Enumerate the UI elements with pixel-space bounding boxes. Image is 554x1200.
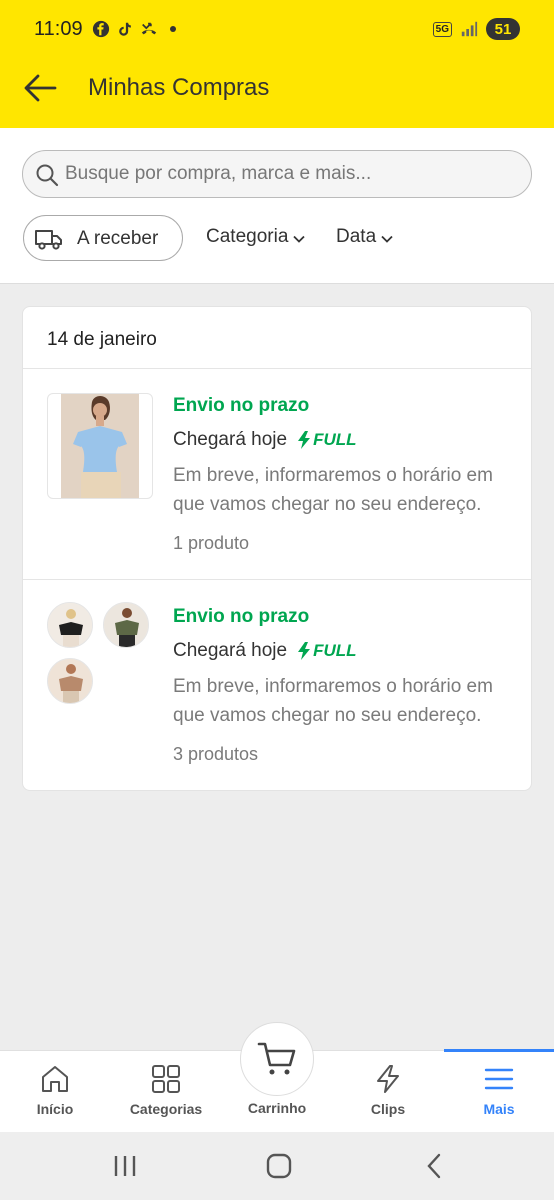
battery-indicator: 51 xyxy=(486,18,520,40)
product-thumbnail xyxy=(47,658,93,704)
arrow-left-icon[interactable] xyxy=(22,70,58,106)
date-label: Data xyxy=(336,226,377,247)
product-image xyxy=(104,603,148,647)
arrival-text: Chegará hoje xyxy=(173,640,288,661)
nav-item-categorias[interactable]: Categorias xyxy=(111,1051,221,1133)
tiktok-icon xyxy=(119,22,131,36)
network-indicator: 5G xyxy=(432,21,452,37)
lightning-icon xyxy=(377,1065,399,1093)
lightning-icon xyxy=(298,431,311,449)
product-count: 3 produtos xyxy=(173,744,259,764)
missed-call-icon xyxy=(141,22,157,35)
full-badge-text: FULL xyxy=(313,641,357,660)
full-badge-text: FULL xyxy=(313,430,357,449)
group-date: 14 de janeiro xyxy=(47,329,157,350)
filter-area: A receber Categoria Data xyxy=(0,128,554,284)
chevron-down-icon xyxy=(293,235,306,243)
full-badge: FULL xyxy=(297,641,357,661)
grid-icon xyxy=(152,1065,180,1093)
lightning-icon xyxy=(298,642,311,660)
status-bar: 11:09 5G 51 xyxy=(0,0,554,60)
category-dropdown[interactable]: Categoria xyxy=(206,226,306,248)
product-thumbnail xyxy=(47,602,93,648)
cart-button[interactable] xyxy=(240,1022,314,1096)
arrival-row: Chegará hoje FULL xyxy=(173,640,357,662)
signal-icon xyxy=(461,21,478,37)
notification-icons xyxy=(92,20,176,38)
facebook-icon xyxy=(92,20,110,38)
product-image xyxy=(61,394,139,498)
product-thumbnail xyxy=(103,602,149,648)
arrival-row: Chegará hoje FULL xyxy=(173,429,357,451)
delivery-status: Envio no prazo xyxy=(173,606,310,627)
orders-card: 14 de janeiro Envio no prazo Chegará hoj… xyxy=(22,306,532,791)
category-label: Categoria xyxy=(206,226,289,247)
nav-label: Categorias xyxy=(129,1101,203,1117)
order-item[interactable]: Envio no prazo Chegará hoje FULL Em brev… xyxy=(23,580,531,790)
nav-label: Início xyxy=(36,1101,74,1117)
nav-label: Mais xyxy=(483,1101,515,1117)
full-badge: FULL xyxy=(297,430,357,450)
recent-apps-icon[interactable] xyxy=(110,1152,140,1180)
cart-icon xyxy=(257,1042,296,1075)
system-navigation-bar xyxy=(0,1132,554,1200)
nav-label: Clips xyxy=(370,1101,406,1117)
chevron-down-icon xyxy=(381,235,393,243)
truck-icon xyxy=(35,230,62,250)
nav-item-inicio[interactable]: Início xyxy=(0,1051,110,1133)
page-title: Minhas Compras xyxy=(88,74,270,101)
date-dropdown[interactable]: Data xyxy=(336,226,394,248)
status-time: 11:09 xyxy=(34,18,83,40)
product-count: 1 produto xyxy=(173,533,250,553)
app-header: 11:09 5G 51 Minhas Compras xyxy=(0,0,554,128)
nav-item-clips[interactable]: Clips xyxy=(333,1051,443,1133)
arrival-text: Chegará hoje xyxy=(173,429,288,450)
chip-label: A receber xyxy=(77,228,159,249)
delivery-description: Em breve, informaremos o horário em que … xyxy=(173,676,493,726)
more-notifications-dot xyxy=(170,26,176,32)
menu-icon xyxy=(484,1068,514,1090)
nav-label-carrinho: Carrinho xyxy=(247,1100,307,1116)
delivery-status: Envio no prazo xyxy=(173,395,310,416)
filter-chip-a-receber[interactable]: A receber xyxy=(23,215,183,261)
search-input[interactable] xyxy=(65,157,505,191)
product-image xyxy=(48,603,92,647)
search-icon xyxy=(36,164,59,187)
search-bar[interactable] xyxy=(22,150,532,198)
product-thumbnail xyxy=(47,393,153,499)
product-image xyxy=(48,659,92,703)
home-button-icon[interactable] xyxy=(264,1152,294,1180)
status-right: 5G 51 xyxy=(432,18,520,40)
home-icon xyxy=(42,1066,68,1092)
nav-item-mais[interactable]: Mais xyxy=(444,1051,554,1133)
back-button-icon[interactable] xyxy=(420,1152,450,1180)
delivery-description: Em breve, informaremos o horário em que … xyxy=(173,465,493,515)
order-item[interactable]: Envio no prazo Chegará hoje FULL Em brev… xyxy=(23,369,531,579)
